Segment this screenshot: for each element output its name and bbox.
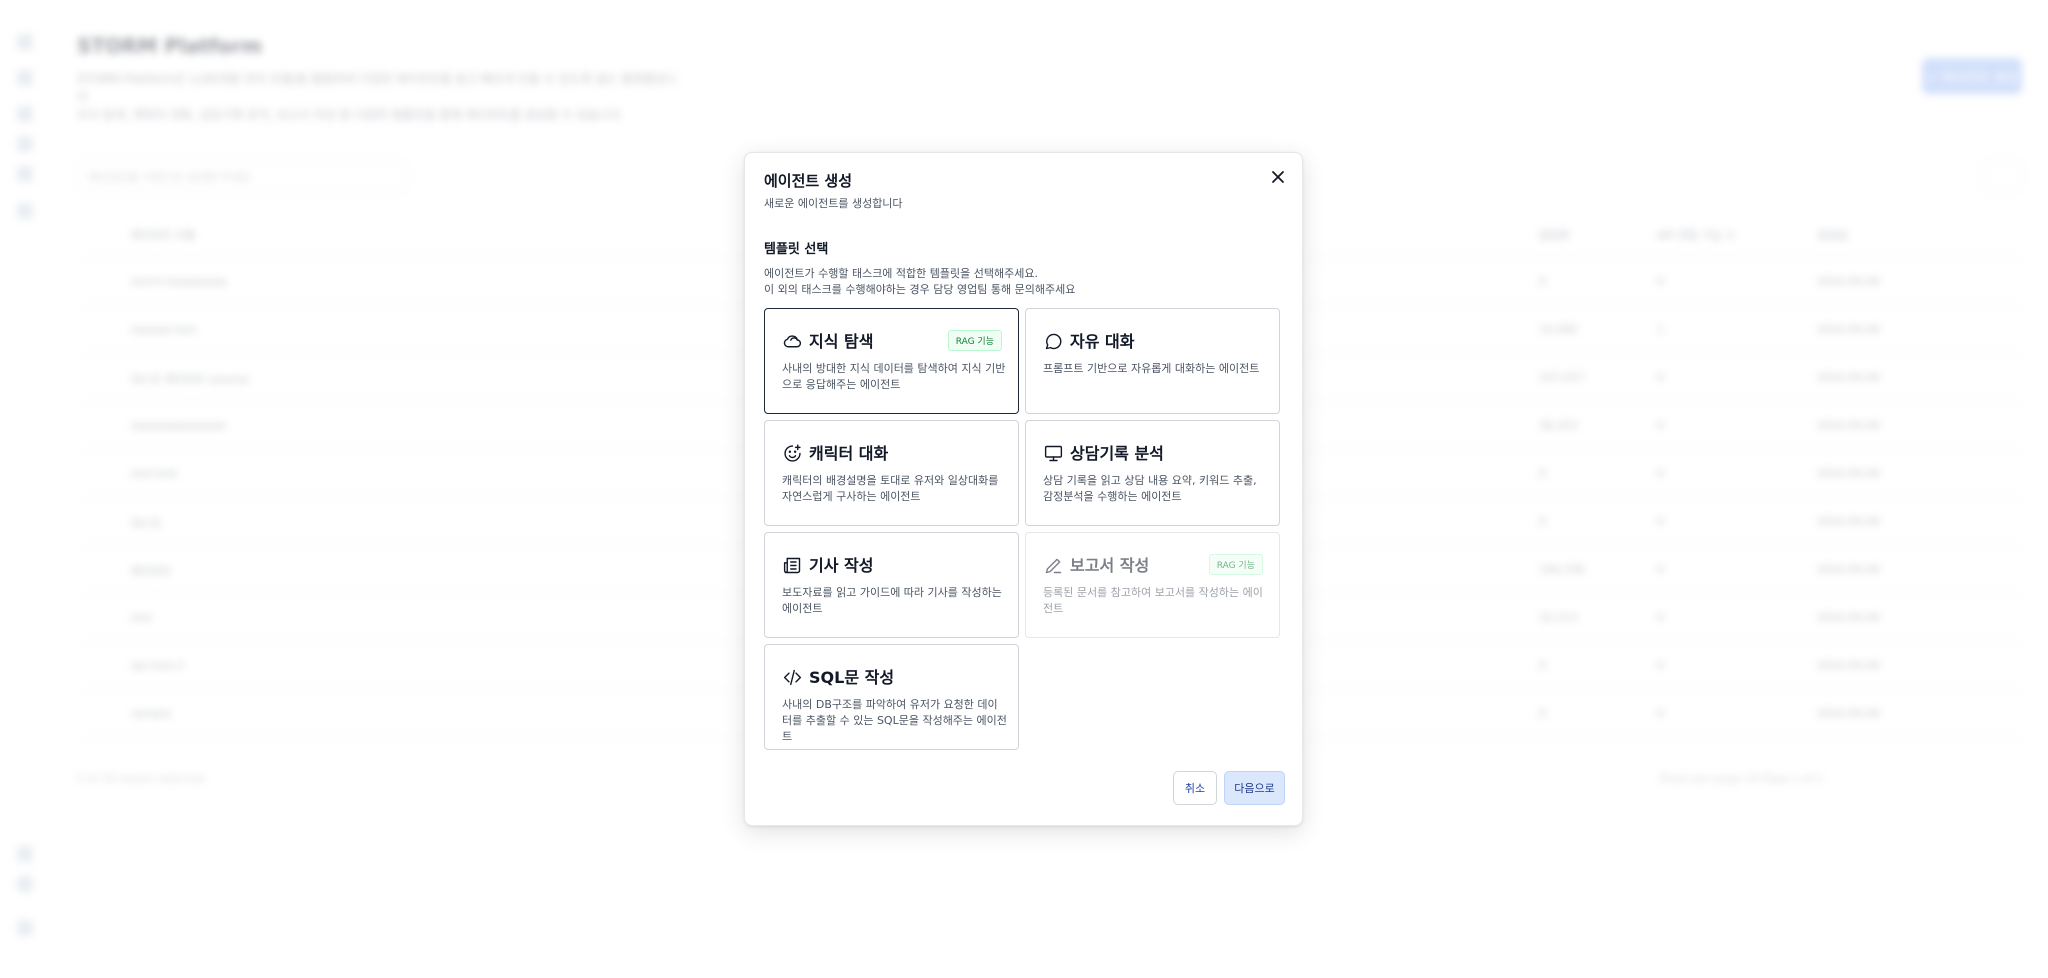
- smile-sparkle-icon: [784, 444, 801, 462]
- cancel-button[interactable]: 취소: [1173, 771, 1217, 805]
- template-section-description-line: 에이전트가 수행할 태스크에 적합한 템플릿을 선택해주세요.: [764, 267, 1038, 280]
- template-card-sql-writing[interactable]: SQL문 작성 사내의 DB구조를 파악하여 유저가 요청한 데이터를 추출할 …: [764, 644, 1019, 750]
- monitor-icon: [1044, 445, 1063, 462]
- template-card-description: 사내의 DB구조를 파악하여 유저가 요청한 데이터를 추출할 수 있는 SQL…: [782, 698, 1007, 743]
- template-card-free-chat[interactable]: 자유 대화 프롬프트 기반으로 자유롭게 대화하는 에이전트: [1025, 308, 1280, 414]
- template-section-description-line: 이 외의 태스크를 수행해야하는 경우 담당 영업팀 통해 문의해주세요: [764, 283, 1076, 296]
- template-card-article-writing[interactable]: 기사 작성 보도자료를 읽고 가이드에 따라 기사를 작성하는 에이전트: [764, 532, 1019, 638]
- template-card-title: 상담기록 분석: [1070, 444, 1164, 463]
- dialog-subtitle: 새로운 에이전트를 생성합니다: [764, 197, 903, 210]
- cloud-icon: [783, 335, 802, 348]
- close-button[interactable]: [1266, 165, 1290, 189]
- template-card-description: 등록된 문서를 참고하여 보고서를 작성하는 에이전트: [1043, 586, 1263, 615]
- template-card-description: 캐릭터의 배경설명을 토대로 유저와 일상대화를 자연스럽게 구사하는 에이전트: [782, 474, 999, 503]
- template-card-description: 상담 기록을 읽고 상담 내용 요약, 키워드 추출, 감정분석을 수행하는 에…: [1043, 474, 1257, 503]
- rag-badge: RAG 기능: [1208, 554, 1263, 575]
- template-card-description: 사내의 방대한 지식 데이터를 탐색하여 지식 기반으로 응답해주는 에이전트: [782, 362, 1006, 391]
- template-card-title: 지식 탐색: [809, 332, 874, 351]
- template-card-report-writing: 보고서 작성 RAG 기능 등록된 문서를 참고하여 보고서를 작성하는 에이전…: [1025, 532, 1280, 638]
- template-card-title: 보고서 작성: [1070, 556, 1150, 575]
- template-card-title: 자유 대화: [1070, 332, 1135, 351]
- template-section-description: 에이전트가 수행할 태스크에 적합한 템플릿을 선택해주세요. 이 외의 태스크…: [764, 266, 1284, 298]
- chat-bubble-icon: [1045, 333, 1062, 350]
- dialog-title: 에이전트 생성: [764, 172, 853, 190]
- template-card-description: 프롬프트 기반으로 자유롭게 대화하는 에이전트: [1043, 362, 1260, 375]
- template-section-title: 템플릿 선택: [764, 242, 829, 257]
- code-icon: [783, 669, 802, 686]
- rag-badge: RAG 기능: [947, 330, 1002, 351]
- template-card-knowledge-search[interactable]: 지식 탐색 RAG 기능 사내의 방대한 지식 데이터를 탐색하여 지식 기반으…: [764, 308, 1019, 414]
- template-card-character-chat[interactable]: 캐릭터 대화 캐릭터의 배경설명을 토대로 유저와 일상대화를 자연스럽게 구사…: [764, 420, 1019, 526]
- close-icon: [1272, 171, 1284, 183]
- template-card-title: SQL문 작성: [809, 668, 895, 687]
- newspaper-icon: [783, 557, 801, 574]
- next-button[interactable]: 다음으로: [1224, 771, 1285, 805]
- pencil-icon: [1045, 558, 1062, 574]
- template-card-description: 보도자료를 읽고 가이드에 따라 기사를 작성하는 에이전트: [782, 586, 1002, 615]
- template-card-consult-analysis[interactable]: 상담기록 분석 상담 기록을 읽고 상담 내용 요약, 키워드 추출, 감정분석…: [1025, 420, 1280, 526]
- create-agent-dialog: 에이전트 생성 새로운 에이전트를 생성합니다 템플릿 선택 에이전트가 수행할…: [744, 152, 1303, 826]
- template-card-title: 기사 작성: [809, 556, 874, 575]
- template-card-title: 캐릭터 대화: [809, 444, 889, 463]
